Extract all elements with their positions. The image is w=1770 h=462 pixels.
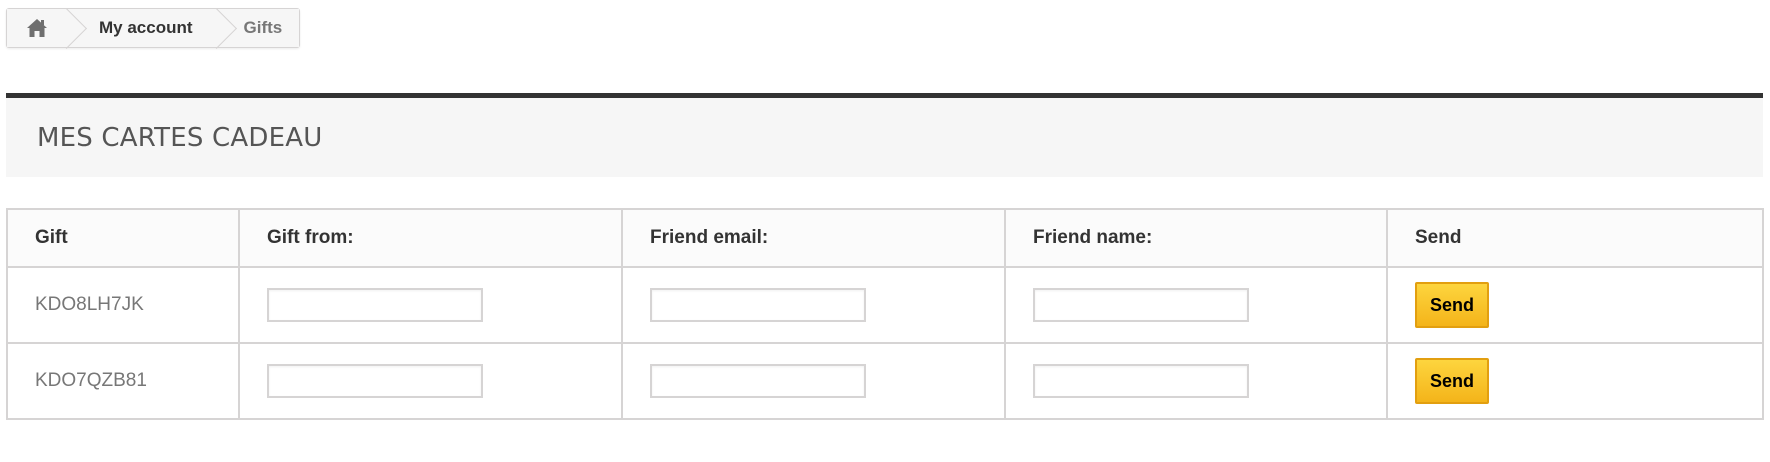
- page-title: MES CARTES CADEAU: [37, 122, 323, 153]
- send-cell: Send: [1386, 342, 1764, 420]
- gift-code: KDO7QZB81: [6, 342, 240, 420]
- friend-name-cell: [1004, 342, 1388, 420]
- friend-email-cell: [621, 266, 1006, 344]
- send-cell: Send: [1386, 266, 1764, 344]
- breadcrumb-my-account-link[interactable]: My account: [67, 9, 217, 47]
- column-header-friend-name: Friend name:: [1004, 208, 1388, 268]
- column-header-send: Send: [1386, 208, 1764, 268]
- breadcrumb-home-link[interactable]: [7, 9, 67, 47]
- gift-cards-table: Gift Gift from: Friend email: Friend nam…: [6, 208, 1764, 420]
- table-row: KDO8LH7JK Send: [6, 266, 1764, 344]
- friend-email-input[interactable]: [650, 364, 866, 398]
- friend-email-input[interactable]: [650, 288, 866, 322]
- column-header-gift: Gift: [6, 208, 240, 268]
- table-row: KDO7QZB81 Send: [6, 342, 1764, 420]
- gift-from-input[interactable]: [267, 288, 483, 322]
- send-button[interactable]: Send: [1415, 358, 1489, 404]
- table-header-row: Gift Gift from: Friend email: Friend nam…: [6, 208, 1764, 268]
- friend-name-input[interactable]: [1033, 364, 1249, 398]
- friend-email-cell: [621, 342, 1006, 420]
- friend-name-cell: [1004, 266, 1388, 344]
- gift-from-input[interactable]: [267, 364, 483, 398]
- column-header-friend-email: Friend email:: [621, 208, 1006, 268]
- page-heading-bar: MES CARTES CADEAU: [6, 93, 1763, 177]
- gift-from-cell: [238, 266, 623, 344]
- send-button[interactable]: Send: [1415, 282, 1489, 328]
- column-header-gift-from: Gift from:: [238, 208, 623, 268]
- friend-name-input[interactable]: [1033, 288, 1249, 322]
- gift-code: KDO8LH7JK: [6, 266, 240, 344]
- home-icon: [27, 19, 47, 37]
- gift-from-cell: [238, 342, 623, 420]
- breadcrumb: My account Gifts: [6, 8, 301, 48]
